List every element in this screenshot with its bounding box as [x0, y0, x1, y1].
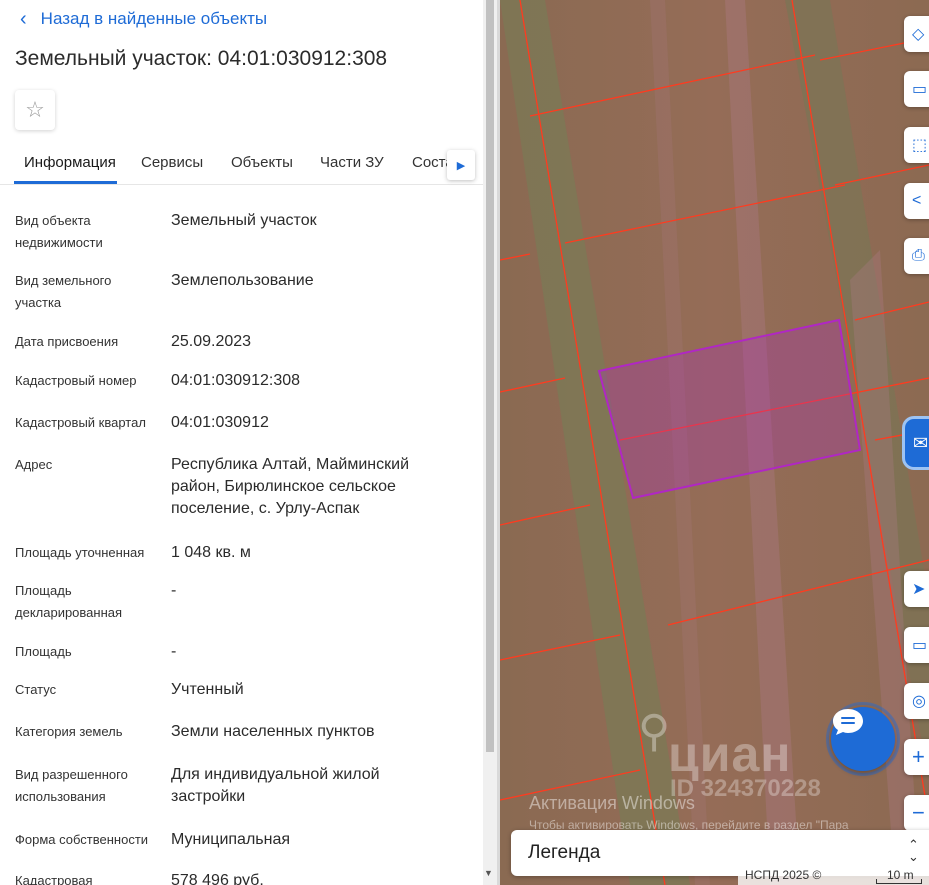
- print-icon: ⎙: [912, 247, 925, 264]
- tab-information[interactable]: Информация: [24, 154, 116, 171]
- info-value: Для индивидуальной жилой застройки: [171, 766, 380, 805]
- info-value: Землепользование: [171, 272, 314, 289]
- info-value: Земли населенных пунктов: [171, 723, 375, 740]
- updown-chevron-icon: ⌃ ⌄: [908, 837, 919, 864]
- select-area-icon: ⬚: [912, 137, 928, 154]
- info-label: Дата присвоения: [15, 334, 119, 349]
- map-view[interactable]: ◇ ▭ ⬚ < ⎙ ✉ ➤ ▭ ◎ + − ⚲ циан ID 32437022…: [500, 0, 929, 885]
- info-label: Вид объекта недвижимости: [15, 213, 103, 250]
- feedback-side-button[interactable]: ✉: [902, 416, 929, 470]
- ruler-icon: ▭: [912, 81, 928, 98]
- info-value: 25.09.2023: [171, 333, 252, 350]
- locate-button[interactable]: ➤: [904, 571, 929, 607]
- locate-icon: ➤: [912, 581, 926, 598]
- pin-icon: ◎: [912, 693, 926, 710]
- layers-icon: ◇: [912, 26, 925, 43]
- mail-icon: ✉: [913, 432, 929, 453]
- zoom-out-icon: −: [912, 800, 925, 825]
- layers-button[interactable]: ◇: [904, 16, 929, 52]
- info-value: 1 048 кв. м: [171, 544, 251, 561]
- chat-button[interactable]: [831, 707, 895, 771]
- print-button[interactable]: ⎙: [904, 238, 929, 274]
- screen-icon: ▭: [912, 637, 928, 654]
- back-link-label: Назад в найденные объекты: [40, 9, 268, 28]
- watermark-pin-icon: ⚲: [638, 707, 671, 756]
- info-label: Категория земель: [15, 724, 123, 739]
- star-outline-icon: ☆: [25, 97, 45, 122]
- info-label: Кадастровая: [15, 873, 93, 885]
- attribution-text: НСПД 2025 ©: [745, 868, 822, 882]
- zoom-out-button[interactable]: −: [904, 795, 929, 831]
- scrollbar-thumb[interactable]: [486, 0, 494, 752]
- scroll-down-arrow-icon[interactable]: ▼: [484, 868, 493, 878]
- share-icon: <: [912, 192, 922, 209]
- favorite-button[interactable]: ☆: [15, 90, 55, 130]
- triangle-right-icon: ▶: [456, 159, 466, 172]
- windows-activation-title: Активация Windows: [529, 793, 695, 813]
- info-value: Учтенный: [171, 681, 244, 698]
- info-label: Кадастровый квартал: [15, 415, 146, 430]
- tab-objects[interactable]: Объекты: [231, 154, 293, 171]
- info-label: Площадь уточненная: [15, 545, 145, 560]
- chevron-left-icon: ‹: [20, 8, 27, 30]
- info-label: Вид земельного участка: [15, 273, 112, 310]
- info-value: -: [171, 643, 177, 660]
- map-attribution: НСПД 2025 © 10 m: [738, 867, 929, 885]
- info-value: 578 496 руб.: [171, 872, 264, 885]
- tab-bar: Информация Сервисы Объекты Части ЗУ Сост…: [0, 142, 483, 185]
- info-label: Площадь: [15, 644, 72, 659]
- tab-parts[interactable]: Части ЗУ: [320, 154, 384, 171]
- pin-button[interactable]: ◎: [904, 683, 929, 719]
- chat-bubble-icon: [833, 709, 863, 735]
- ruler-button[interactable]: ▭: [904, 71, 929, 107]
- tab-services[interactable]: Сервисы: [141, 154, 203, 171]
- legend-label: Легенда: [528, 842, 601, 863]
- active-tab-indicator: [14, 181, 117, 184]
- info-value: Муниципальная: [171, 831, 291, 848]
- info-value: -: [171, 582, 177, 599]
- tabs-scroll-right-button[interactable]: ▶: [447, 150, 475, 180]
- info-panel: ‹ Назад в найденные объекты Земельный уч…: [0, 0, 483, 885]
- info-value: 04:01:030912:308: [171, 372, 301, 389]
- info-label: Вид разрешенного использования: [15, 767, 128, 804]
- info-label: Кадастровый номер: [15, 373, 137, 388]
- page-title: Земельный участок: 04:01:030912:308: [15, 47, 388, 70]
- info-value: Земельный участок: [171, 212, 317, 229]
- scale-bar: [876, 879, 922, 884]
- info-label: Адрес: [15, 457, 53, 472]
- info-label: Форма собственности: [15, 832, 149, 847]
- info-label: Статус: [15, 682, 57, 697]
- info-value: 04:01:030912: [171, 414, 269, 431]
- zoom-in-icon: +: [912, 744, 925, 769]
- info-value: Республика Алтай, Майминский район, Бирю…: [171, 456, 409, 517]
- share-button[interactable]: <: [904, 183, 929, 219]
- zoom-in-button[interactable]: +: [904, 739, 929, 775]
- back-link[interactable]: ‹ Назад в найденные объекты: [20, 8, 267, 30]
- screen-button[interactable]: ▭: [904, 627, 929, 663]
- info-label: Площадь декларированная: [15, 583, 123, 620]
- select-area-button[interactable]: ⬚: [904, 127, 929, 163]
